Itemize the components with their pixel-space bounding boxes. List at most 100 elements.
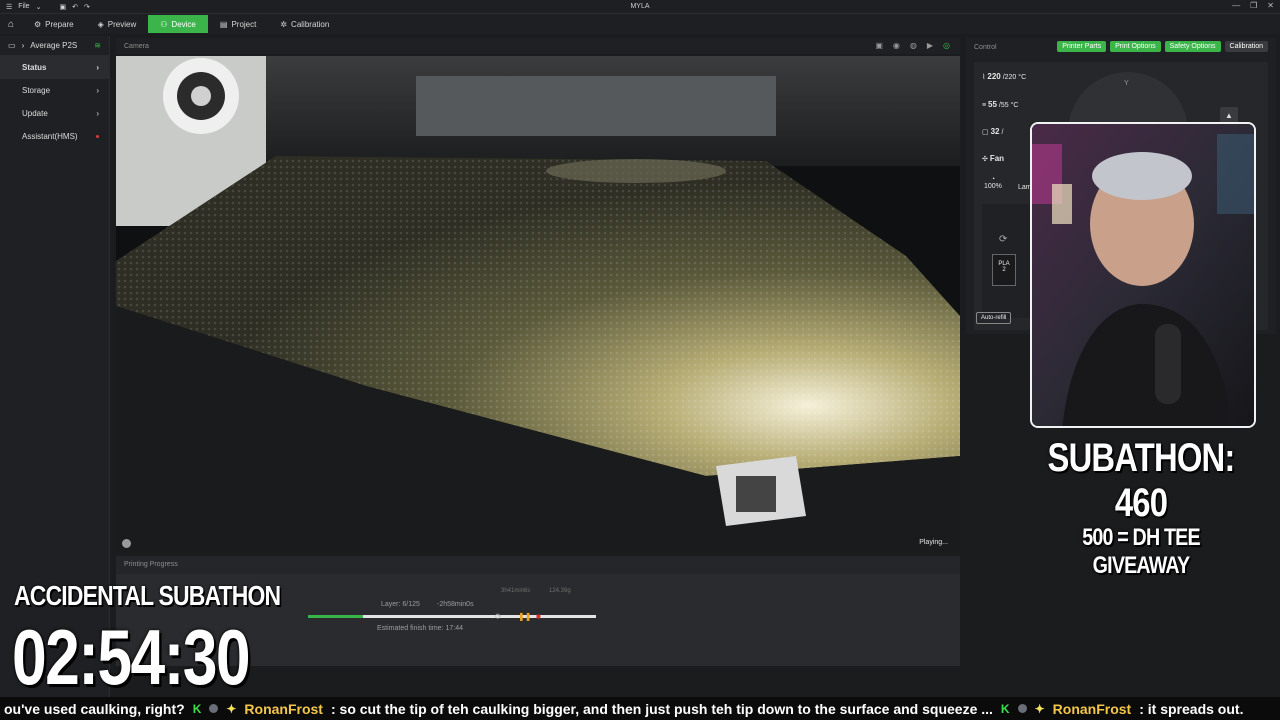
wifi-icon: ≋ [94, 41, 101, 50]
filament-slot[interactable]: PLA 2 [992, 254, 1016, 286]
load-icon[interactable]: ⟳ [999, 234, 1007, 245]
camera-title: Camera [124, 42, 149, 50]
camera-settings-icon[interactable] [122, 539, 131, 548]
camera-switch-icon[interactable]: ▣ [875, 41, 883, 50]
tab-label: Preview [107, 19, 137, 29]
calibration-button[interactable]: Calibration [1224, 41, 1268, 52]
camera-status: Playing... [919, 539, 948, 546]
fan-speed[interactable]: ◔ 100% [984, 176, 1002, 190]
avatar [209, 704, 219, 713]
sidebar-item-storage[interactable]: Storage › [0, 79, 109, 102]
chat-message: : so cut the tip of teh caulking bigger,… [330, 700, 993, 717]
chevron-right-icon: › [21, 41, 25, 50]
sidebar-item-label: Storage [22, 86, 51, 95]
alert-dot [96, 135, 99, 138]
monitor-icon: ▭ [8, 41, 16, 50]
safety-options-button[interactable]: Safety Options [1164, 41, 1221, 52]
print-weight-small: 124.39g [549, 588, 571, 594]
camera-feed[interactable]: Playing... [116, 56, 960, 552]
chat-username: RonanFrost [1052, 700, 1132, 717]
tab-device[interactable]: ⚇ Device [148, 15, 208, 33]
timelapse-icon[interactable]: ◍ [910, 41, 917, 50]
subathon-count: SUBATHON: 460 [1047, 436, 1236, 525]
sparkle-icon: ✦ [226, 701, 237, 716]
chat-message: : it spreads out. [1139, 700, 1244, 717]
fan-icon: ✣ [982, 156, 988, 163]
ticker-text: ou've used caulking, right? [4, 700, 185, 717]
tab-label: Project [231, 19, 257, 29]
progress-header: Printing Progress [116, 556, 960, 574]
live-icon[interactable]: ◎ [943, 41, 950, 50]
close-icon[interactable]: ✕ [1267, 1, 1274, 10]
progress-fill [308, 615, 363, 618]
sidebar-item-assistant[interactable]: Assistant(HMS) [0, 125, 109, 148]
jog-y-label: Y [1124, 80, 1129, 87]
chevron-right-icon: › [96, 63, 99, 72]
camera-image [116, 56, 960, 552]
prepare-icon: ⚙ [34, 19, 42, 29]
chamber-target: / [1001, 129, 1004, 136]
app-window: ☰ File ⌄ ▣ ↶ ↷ MYLA — ❐ ✕ ⌂ ⚙ Prepare ◈ Pr… [0, 0, 1280, 720]
chat-ticker: ou've used caulking, right? K ✦ RonanFro… [0, 697, 1280, 720]
webcam-overlay [1030, 122, 1256, 428]
sidebar-item-update[interactable]: Update › [0, 102, 109, 125]
nozzle-target: /220 [1002, 74, 1017, 81]
device-name: Average P2S [30, 41, 78, 50]
nozzle-current: 220 [987, 72, 1001, 81]
calibration-icon: ✲ [280, 19, 288, 29]
fan-label: Fan [989, 154, 1005, 163]
refresh-icon[interactable]: ⟳ [495, 612, 502, 621]
tab-label: Prepare [45, 19, 74, 29]
tab-preview[interactable]: ◈ Preview [86, 15, 149, 33]
tab-label: Calibration [291, 19, 330, 29]
camera-header: Camera ▣ ◉ ◍ ▶ ◎ [116, 38, 960, 54]
speed-icon: ◔ [990, 176, 996, 183]
fan-pct: 100% [984, 183, 1002, 190]
pause-icon[interactable]: ❚❚ [518, 612, 531, 621]
subathon-overlay: SUBATHON: 460 500 = DH TEE GIVEAWAY [1022, 436, 1260, 580]
auto-refill-button[interactable]: Auto-refill [976, 312, 1012, 324]
tab-label: Device [171, 19, 196, 29]
chevron-right-icon: › [96, 86, 99, 95]
video-icon[interactable]: ▶ [927, 41, 933, 50]
nozzle-icon: ⌇ [982, 74, 986, 81]
accidental-subathon-label: ACCIDENTAL SUBATHON [14, 580, 281, 611]
print-time-small: 3h41min6s [501, 588, 531, 594]
print-options-button[interactable]: Print Options [1110, 41, 1161, 52]
stop-icon[interactable]: ■ [536, 612, 541, 621]
tab-calibration[interactable]: ✲ Calibration [268, 15, 341, 33]
hamburger-icon[interactable]: ☰ [6, 3, 12, 11]
minimize-icon[interactable]: — [1232, 1, 1240, 10]
bed-temp[interactable]: ≡ 55 /55 °C [982, 100, 1018, 109]
redo-icon[interactable]: ↷ [84, 3, 90, 11]
unit: °C [1018, 74, 1027, 81]
sparkle-icon: ✦ [1034, 701, 1045, 716]
printer-parts-button[interactable]: Printer Parts [1057, 41, 1107, 52]
sidebar-item-status[interactable]: Status › [0, 56, 109, 79]
unit: °C [1010, 102, 1019, 109]
bed-target: /55 [998, 102, 1009, 109]
filament-slot-number: 2 [1002, 267, 1006, 273]
chamber-icon: ▢ [982, 129, 989, 136]
chevron-down-icon[interactable]: ⌄ [36, 3, 42, 11]
control-title: Control [974, 43, 997, 51]
chamber-temp[interactable]: ▢ 32 / [982, 127, 1003, 136]
nozzle-temp[interactable]: ⌇ 220 /220 °C [982, 72, 1026, 81]
tab-project[interactable]: ▤ Project [208, 15, 268, 33]
file-menu[interactable]: File [18, 3, 29, 10]
subathon-goal: 500 = DH TEE GIVEAWAY [1082, 524, 1200, 579]
fan-row[interactable]: ✣ Fan [982, 154, 1004, 163]
undo-icon[interactable]: ↶ [72, 3, 78, 11]
chat-username: RonanFrost [244, 700, 323, 717]
sidebar-item-label: Assistant(HMS) [22, 132, 78, 141]
device-selector[interactable]: ▭ › Average P2S ≋ [0, 36, 109, 56]
sidebar-item-label: Update [22, 109, 48, 118]
home-icon[interactable]: ⌂ [0, 19, 22, 30]
tab-prepare[interactable]: ⚙ Prepare [22, 15, 86, 33]
restore-icon[interactable]: ❐ [1250, 1, 1257, 10]
save-icon[interactable]: ▣ [59, 3, 66, 11]
avatar [1017, 704, 1027, 713]
chamber-current: 32 [990, 127, 1000, 136]
record-icon[interactable]: ◉ [893, 41, 900, 50]
device-icon: ⚇ [160, 19, 168, 29]
